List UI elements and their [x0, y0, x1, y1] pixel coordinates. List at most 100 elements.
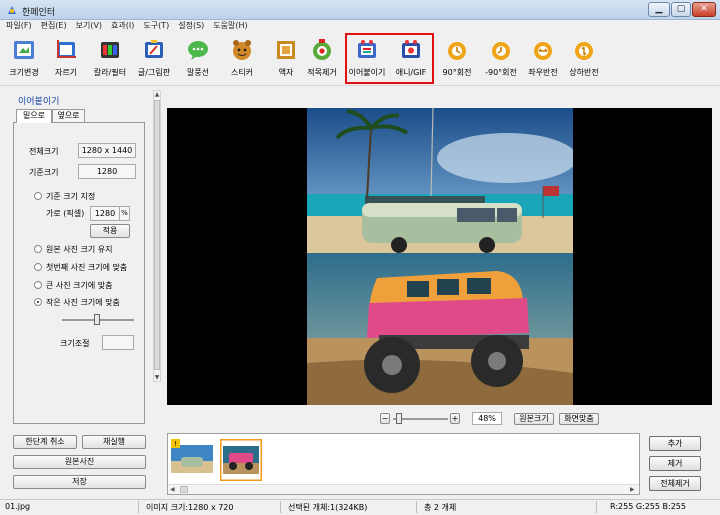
minimize-button[interactable]: ▁: [648, 2, 670, 17]
scrollbar-thumb[interactable]: [154, 100, 160, 370]
option-radio-1[interactable]: [34, 245, 42, 253]
menu-settings[interactable]: 설정(S): [178, 20, 204, 32]
status-divider: [596, 501, 597, 513]
app-logo-icon: [8, 6, 16, 14]
sticker-icon: [233, 40, 251, 60]
zoom-slider-thumb[interactable]: [396, 413, 402, 424]
total-size-label: 전체크기: [29, 147, 59, 156]
sticker-tool-button[interactable]: 스티커: [220, 34, 264, 84]
set-base-label: 기준 크기 지정: [46, 192, 96, 201]
remove-all-button[interactable]: 전체제거: [649, 476, 701, 491]
size-slider-thumb[interactable]: [94, 314, 100, 325]
tab-down[interactable]: 밑으로: [16, 109, 52, 123]
text-paint-tool-button[interactable]: 글/그림판: [132, 34, 176, 84]
save-button[interactable]: 저장: [13, 475, 146, 489]
fit-screen-button[interactable]: 화면맞춤: [559, 413, 599, 425]
rotate-cw-icon: [448, 42, 466, 60]
menu-file[interactable]: 파일(F): [6, 20, 32, 32]
status-divider: [416, 501, 417, 513]
zoom-out-button[interactable]: −: [380, 413, 390, 424]
zoom-bar: − + 48% 원본크기 화면맞춤: [380, 412, 600, 427]
total-size-field: 1280 x 1440: [78, 143, 136, 158]
apply-button[interactable]: 적용: [90, 224, 130, 238]
status-divider: [280, 501, 281, 513]
speech-bubble-icon: [188, 41, 208, 60]
option-label-1: 원본 사진 크기 유지: [46, 245, 113, 254]
color-filter-icon: [101, 42, 119, 58]
percent-toggle[interactable]: %: [119, 206, 130, 221]
undo-button[interactable]: 한단계 취소: [13, 435, 77, 449]
flip-vertical-tool-button[interactable]: 상하반전: [562, 34, 606, 84]
crop-icon: [57, 40, 76, 58]
add-button[interactable]: 추가: [649, 436, 701, 451]
rotate-ccw-icon: [492, 42, 510, 60]
zoom-in-button[interactable]: +: [450, 413, 460, 424]
base-size-label: 기준크기: [29, 168, 59, 177]
redo-button[interactable]: 재실행: [82, 435, 146, 449]
menu-tools[interactable]: 도구(T): [143, 20, 169, 32]
thumbnail-strip: ! ◀ ▶: [167, 433, 640, 495]
thumbnail-1[interactable]: !: [171, 439, 213, 481]
title-bar: 한페인터 ▁ ▢ ✕: [0, 0, 720, 20]
size-adjust-label: 크기조절: [60, 339, 90, 348]
status-color: R:255 G:255 B:255: [610, 502, 686, 511]
thumbnail-2-selected[interactable]: [220, 439, 262, 481]
frame-icon: [277, 41, 295, 59]
original-photo-button[interactable]: 원본사진: [13, 455, 146, 469]
flip-vertical-icon: [575, 42, 593, 60]
base-size-field: 1280: [78, 164, 136, 179]
option-radio-2[interactable]: [34, 263, 42, 271]
size-adjust-field[interactable]: [102, 335, 134, 350]
zoom-percent: 48%: [472, 412, 502, 425]
option-label-3: 큰 사진 크기에 맞춤: [46, 281, 113, 290]
option-label-2: 첫번째 사진 크기에 맞춤: [46, 263, 128, 272]
monster-van-photo: [307, 253, 573, 405]
merge-options-panel: 이어붙이기 밑으로 옆으로 전체크기 1280 x 1440 기준크기 1280…: [10, 90, 153, 430]
thumbnail-scrollbar[interactable]: ◀ ▶: [168, 484, 639, 494]
speech-bubble-tool-button[interactable]: 말풍선: [176, 34, 220, 84]
menu-bar: 파일(F) 편집(E) 보기(V) 효과(I) 도구(T) 설정(S) 도움말(…: [0, 20, 720, 32]
red-eye-icon: [313, 39, 331, 60]
crop-tool-button[interactable]: 자르기: [44, 34, 88, 84]
maximize-button[interactable]: ▢: [671, 2, 691, 17]
option-radio-4[interactable]: [34, 298, 42, 306]
status-bar: 01.jpg 이미지 크기:1280 x 720 선택된 개체:1(324KB)…: [0, 499, 720, 515]
set-base-radio[interactable]: [34, 192, 42, 200]
highlight-box: [345, 33, 434, 84]
scroll-right-icon[interactable]: ▶: [630, 486, 635, 493]
menu-effect[interactable]: 효과(I): [111, 20, 134, 32]
scroll-down-icon[interactable]: ▼: [154, 374, 160, 381]
status-total: 총 2 개체: [424, 503, 457, 512]
status-divider: [138, 501, 139, 513]
rotate-90-tool-button[interactable]: 90°회전: [435, 34, 479, 84]
width-input[interactable]: 1280: [90, 206, 120, 221]
scroll-left-icon[interactable]: ◀: [170, 486, 175, 493]
red-eye-tool-button[interactable]: 적목제거: [300, 34, 344, 84]
remove-button[interactable]: 제거: [649, 456, 701, 471]
image-canvas[interactable]: [167, 108, 712, 405]
scroll-up-icon[interactable]: ▲: [154, 91, 160, 98]
resize-icon: [14, 41, 34, 59]
width-label: 가로 (픽셀): [46, 209, 85, 218]
option-radio-3[interactable]: [34, 281, 42, 289]
text-paint-icon: [145, 40, 163, 58]
panel-title: 이어붙이기: [18, 97, 60, 107]
option-label-4: 작은 사진 크기에 맞춤: [46, 298, 120, 307]
hscroll-thumb[interactable]: [180, 486, 188, 493]
color-filter-tool-button[interactable]: 칼라/필터: [88, 34, 132, 84]
status-file: 01.jpg: [5, 502, 31, 511]
tab-side[interactable]: 옆으로: [52, 109, 85, 122]
menu-edit[interactable]: 편집(E): [41, 20, 67, 32]
beach-van-photo: [307, 108, 573, 253]
status-image-size: 이미지 크기:1280 x 720: [146, 503, 234, 512]
menu-help[interactable]: 도움말(H): [213, 20, 247, 32]
original-size-button[interactable]: 원본크기: [514, 413, 554, 425]
panel-body: 전체크기 1280 x 1440 기준크기 1280 기준 크기 지정 가로 (…: [13, 122, 145, 424]
menu-view[interactable]: 보기(V): [76, 20, 102, 32]
close-button[interactable]: ✕: [692, 2, 716, 17]
panel-scrollbar[interactable]: ▲ ▼: [153, 90, 161, 382]
window-title: 한페인터: [22, 8, 56, 18]
flip-horizontal-icon: [534, 42, 552, 60]
svg-text:!: !: [174, 440, 177, 448]
status-selected: 선택된 개체:1(324KB): [288, 503, 368, 512]
